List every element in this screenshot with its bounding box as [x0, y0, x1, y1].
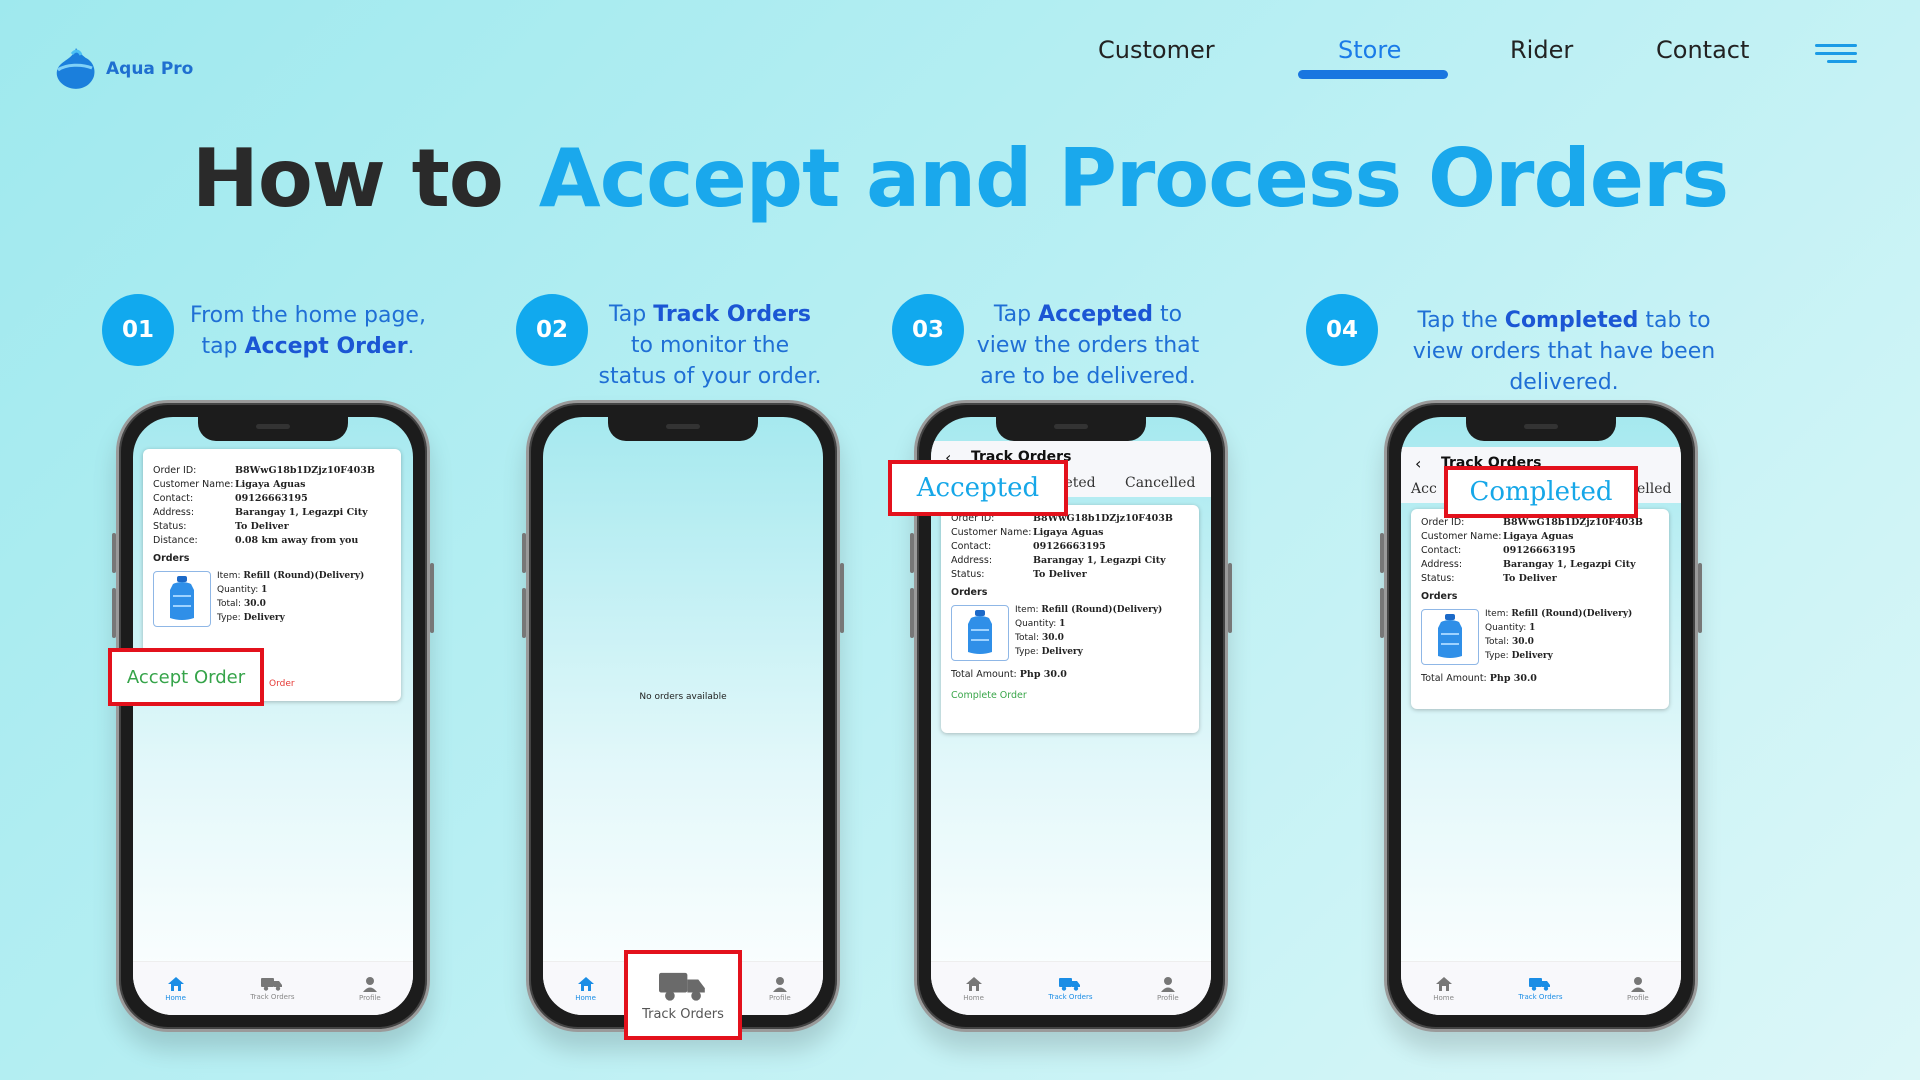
phone-bottom-nav: Home Track Orders Profile	[1401, 961, 1681, 1015]
order-card: Order ID: B8WwG18b1DZjz10F403B Customer N…	[1411, 509, 1669, 709]
phone-notch	[198, 417, 348, 441]
brand-name: Aqua Pro	[106, 59, 194, 79]
complete-order-link[interactable]: Complete Order	[951, 690, 1189, 701]
water-drop-logo-icon	[56, 48, 95, 89]
brand-logo[interactable]: Aqua Pro	[52, 46, 193, 92]
nav-rider[interactable]: Rider	[1510, 36, 1573, 64]
step-number-4: 04	[1306, 294, 1378, 366]
order-item: Item: Refill (Round)(Delivery) Quantity:…	[951, 605, 1189, 661]
hamburger-menu-icon[interactable]	[1815, 44, 1857, 63]
title-blue: Accept and Process Orders	[538, 132, 1729, 225]
phone-notch	[608, 417, 758, 441]
phone-bottom-nav: Home Track Orders Profile	[931, 961, 1211, 1015]
truck-icon	[659, 972, 705, 1001]
step-text-2: Tap Track Orders to monitor the status o…	[598, 302, 822, 389]
callout-completed-tab[interactable]: Completed	[1444, 466, 1638, 518]
nav-store[interactable]: Store	[1338, 36, 1401, 64]
callout-track-orders[interactable]: Track Orders	[624, 950, 742, 1040]
phone-notch	[996, 417, 1146, 441]
phone-screen: No orders available Home Track Orders Pr…	[543, 417, 823, 1015]
nav-home[interactable]: Home	[1433, 976, 1454, 1002]
order-item: Item: Refill (Round)(Delivery) Quantity:…	[1421, 609, 1659, 665]
step-number-3: 03	[892, 294, 964, 366]
home-icon	[965, 976, 982, 991]
order-item: Item: Refill (Round)(Delivery) Quantity:…	[153, 571, 391, 627]
home-icon	[167, 976, 184, 991]
water-jug-icon	[153, 571, 211, 627]
nav-contact[interactable]: Contact	[1656, 36, 1749, 64]
profile-icon	[1160, 976, 1175, 992]
tab-cancelled[interactable]: elled	[1637, 481, 1672, 497]
callout-accepted-tab[interactable]: Accepted	[888, 460, 1068, 516]
home-icon	[1435, 976, 1452, 991]
empty-state: No orders available	[639, 692, 727, 702]
nav-track-orders[interactable]: Track Orders	[1048, 977, 1092, 1001]
truck-icon	[1059, 977, 1081, 991]
step-text-1: From the home page, tap Accept Order.	[190, 303, 426, 359]
home-icon	[577, 976, 594, 991]
nav-profile[interactable]: Profile	[1627, 976, 1649, 1002]
phone-bottom-nav: Home Track Orders Profile	[133, 961, 413, 1015]
nav-track-orders[interactable]: Track Orders	[250, 977, 294, 1001]
nav-home[interactable]: Home	[165, 976, 186, 1002]
tab-cancelled[interactable]: Cancelled	[1125, 475, 1195, 491]
nav-track-orders[interactable]: Track Orders	[1518, 977, 1562, 1001]
truck-icon	[1529, 977, 1551, 991]
phone-screen: Order ID: B8WwG18b1DZjz10F403B Customer N…	[133, 417, 413, 1015]
nav-home[interactable]: Home	[963, 976, 984, 1002]
phone-notch	[1466, 417, 1616, 441]
profile-icon	[772, 976, 787, 992]
page-title: How to Accept and Process Orders	[0, 132, 1920, 225]
profile-icon	[1630, 976, 1645, 992]
title-dark: How to	[191, 132, 504, 225]
step-text-4: Tap the Completed tab to view orders tha…	[1412, 308, 1716, 395]
nav-active-indicator	[1298, 70, 1448, 79]
callout-accept-order[interactable]: Accept Order	[108, 648, 264, 706]
back-arrow-icon[interactable]: ‹	[1415, 454, 1421, 473]
order-card: Order ID: B8WwG18b1DZjz10F403B Customer N…	[941, 505, 1199, 733]
truck-icon	[261, 977, 283, 991]
step-number-1: 01	[102, 294, 174, 366]
nav-home[interactable]: Home	[575, 976, 596, 1002]
nav-profile[interactable]: Profile	[359, 976, 381, 1002]
accept-order-partial[interactable]: Order	[269, 679, 295, 689]
step-number-2: 02	[516, 294, 588, 366]
phone-mockup-home: Order ID: B8WwG18b1DZjz10F403B Customer N…	[112, 400, 434, 1032]
tab-accepted[interactable]: Acc	[1411, 481, 1437, 497]
nav-profile[interactable]: Profile	[769, 976, 791, 1002]
water-jug-icon	[951, 605, 1009, 661]
profile-icon	[362, 976, 377, 992]
nav-profile[interactable]: Profile	[1157, 976, 1179, 1002]
step-text-3: Tap Accepted to view the orders that are…	[976, 302, 1200, 389]
phone-mockup-empty: No orders available Home Track Orders Pr…	[522, 400, 844, 1032]
water-jug-icon	[1421, 609, 1479, 665]
nav-customer[interactable]: Customer	[1098, 36, 1215, 64]
